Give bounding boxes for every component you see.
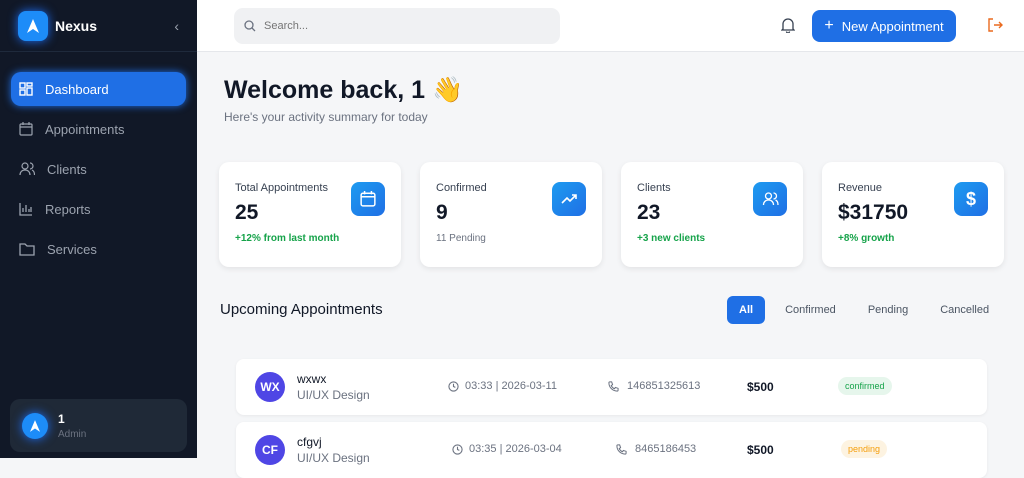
sidebar-item-dashboard[interactable]: Dashboard xyxy=(11,72,186,106)
logo-icon xyxy=(18,10,48,41)
users-icon xyxy=(753,182,787,216)
sidebar-item-label: Clients xyxy=(47,161,87,177)
stat-note: +8% growth xyxy=(838,233,895,244)
stat-note: +12% from last month xyxy=(235,233,340,244)
plus-icon: + xyxy=(824,17,834,34)
clock-icon xyxy=(448,380,459,392)
calendar-icon xyxy=(19,122,33,136)
price: $500 xyxy=(747,443,774,457)
price: $500 xyxy=(747,380,774,394)
filter-confirmed[interactable]: Confirmed xyxy=(773,296,848,324)
client-avatar: CF xyxy=(255,435,285,465)
client-phone: 8465186453 xyxy=(616,443,696,455)
stat-card-clients: Clients 23 +3 new clients xyxy=(621,162,803,267)
sidebar-item-appointments[interactable]: Appointments xyxy=(11,112,186,146)
search-icon xyxy=(244,20,256,32)
user-name: 1 xyxy=(58,411,65,426)
user-role: Admin xyxy=(58,428,87,440)
client-name: wxwx xyxy=(297,372,327,386)
page-title: Welcome back, 1 👋 xyxy=(224,76,464,104)
trending-up-icon xyxy=(552,182,586,216)
service-name: UI/UX Design xyxy=(297,451,370,465)
phone-icon xyxy=(616,443,627,455)
status-filter-tabs: All Confirmed Pending Cancelled xyxy=(727,296,1001,324)
logout-icon[interactable] xyxy=(987,17,1003,33)
dashboard-icon xyxy=(19,82,33,96)
sidebar-item-services[interactable]: Services xyxy=(11,232,186,266)
bell-icon[interactable] xyxy=(781,17,795,33)
calendar-icon xyxy=(351,182,385,216)
users-icon xyxy=(19,162,35,176)
topbar: + New Appointment xyxy=(197,0,1024,52)
sidebar-nav: Dashboard Appointments Clients Reports S… xyxy=(0,52,197,292)
new-appointment-label: New Appointment xyxy=(841,18,944,34)
phone-icon xyxy=(608,380,619,392)
status-badge: confirmed xyxy=(838,377,892,395)
appointment-time: 03:35 | 2026-03-04 xyxy=(452,443,562,455)
sidebar-item-label: Reports xyxy=(45,201,91,217)
client-name: cfgvj xyxy=(297,435,322,449)
filter-cancelled[interactable]: Cancelled xyxy=(928,296,1001,324)
sidebar: Nexus ‹ Dashboard Appointments Clients R… xyxy=(0,0,197,458)
user-avatar xyxy=(22,412,48,439)
search-input[interactable] xyxy=(264,20,544,32)
phone-text: 8465186453 xyxy=(635,443,697,455)
sidebar-item-reports[interactable]: Reports xyxy=(11,192,186,226)
page-subtitle: Here's your activity summary for today xyxy=(224,110,428,124)
client-phone: 146851325613 xyxy=(608,380,700,392)
time-text: 03:33 | 2026-03-11 xyxy=(465,380,557,392)
stat-card-total: Total Appointments 25 +12% from last mon… xyxy=(219,162,401,267)
stat-card-confirmed: Confirmed 9 11 Pending xyxy=(420,162,602,267)
time-text: 03:35 | 2026-03-04 xyxy=(469,443,562,455)
stat-note: 11 Pending xyxy=(436,233,486,244)
client-avatar: WX xyxy=(255,372,285,402)
sidebar-item-label: Services xyxy=(47,241,97,257)
appointment-time: 03:33 | 2026-03-11 xyxy=(448,380,557,392)
dollar-icon: $ xyxy=(954,182,988,216)
brand-name: Nexus xyxy=(55,17,98,34)
collapse-sidebar-icon[interactable]: ‹ xyxy=(174,18,179,34)
service-name: UI/UX Design xyxy=(297,388,370,402)
phone-text: 146851325613 xyxy=(627,380,701,392)
new-appointment-button[interactable]: + New Appointment xyxy=(812,10,956,42)
sidebar-item-label: Appointments xyxy=(45,121,125,137)
status-badge: pending xyxy=(841,440,888,458)
clock-icon xyxy=(452,443,463,455)
section-title: Upcoming Appointments xyxy=(220,301,383,318)
bar-chart-icon xyxy=(19,203,32,216)
folder-icon xyxy=(19,243,35,256)
sidebar-item-clients[interactable]: Clients xyxy=(11,152,186,186)
brand: Nexus ‹ xyxy=(0,0,197,52)
filter-all[interactable]: All xyxy=(727,296,766,324)
user-profile[interactable]: 1 Admin xyxy=(10,399,187,452)
search-box[interactable] xyxy=(234,8,560,44)
stat-card-revenue: Revenue $31750 +8% growth $ xyxy=(822,162,1004,267)
stat-note: +3 new clients xyxy=(637,233,706,244)
sidebar-item-label: Dashboard xyxy=(45,81,109,97)
appointment-row[interactable]: WX wxwx UI/UX Design 03:33 | 2026-03-11 … xyxy=(236,359,987,415)
appointment-row[interactable]: CF cfgvj UI/UX Design 03:35 | 2026-03-04… xyxy=(236,422,987,478)
filter-pending[interactable]: Pending xyxy=(856,296,920,324)
